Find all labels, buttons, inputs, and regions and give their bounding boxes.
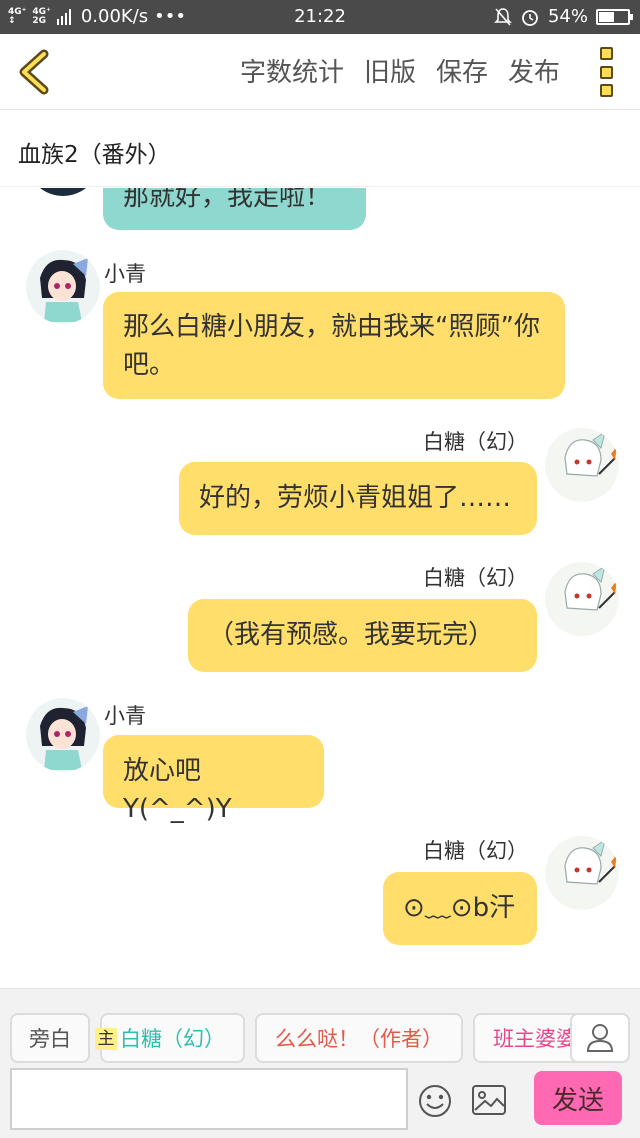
message-text: 那就好，我走啦！ [123,188,332,212]
more-menu-icon[interactable] [600,47,614,97]
avatar-xiaoqing[interactable] [26,698,100,772]
speaker-name: 白糖（幻） [423,566,528,590]
avatar-baitang[interactable] [545,428,619,502]
message-bubble[interactable]: （我有预感。我要玩完） [188,599,537,672]
message-text: （我有预感。我要玩完） [208,620,495,650]
emoji-icon[interactable] [418,1084,452,1118]
message-input[interactable] [10,1068,408,1130]
role-author-button[interactable]: 么么哒！（作者） [255,1013,463,1063]
role-narrator-button[interactable]: 旁白 [10,1013,90,1063]
message-bubble[interactable]: 那就好，我走啦！ [103,188,366,230]
image-icon[interactable] [471,1084,507,1116]
message-bubble[interactable]: ⊙﹏⊙b汗 [383,872,537,945]
avatar-baitang[interactable] [545,836,619,910]
old-version-button[interactable]: 旧版 [364,52,416,89]
alarm-icon [522,9,538,26]
word-count-button[interactable]: 字数统计 [240,52,344,89]
mute-bell-icon [494,7,512,26]
story-title: 血族2（番外） [18,142,171,168]
message-bubble[interactable]: 那么白糖小朋友，就由我来“照顾”你吧。 [103,292,565,399]
role-label: 么么哒！（作者） [275,1027,443,1051]
compose-toolbar: 旁白 白糖（幻） 么么哒！（作者） 班主婆婆 发送 [0,988,640,1138]
save-button[interactable]: 保存 [436,52,488,89]
back-chevron-icon[interactable] [14,48,54,96]
speaker-name: 白糖（幻） [423,430,528,454]
message-bubble[interactable]: 好的，劳烦小青姐姐了…… [179,462,537,535]
speaker-name: 小青 [104,262,146,286]
editor-header: 字数统计 旧版 保存 发布 [0,34,640,110]
role-baitang-button[interactable]: 白糖（幻） [100,1013,245,1063]
main-role-badge: 主 [95,1028,117,1050]
role-label: 班主婆婆 [493,1027,577,1051]
battery-icon [596,8,633,25]
speaker-name: 小青 [104,704,146,728]
avatar-xiaoqing[interactable] [26,250,100,324]
message-text: 放心吧Y(^_^)Y [123,756,232,824]
message-text: ⊙﹏⊙b汗 [403,893,516,923]
avatar-baitang[interactable] [545,562,619,636]
add-role-button[interactable] [570,1013,630,1063]
speaker-name: 白糖（幻） [423,839,528,863]
story-title-bar: 血族2（番外） [0,111,640,187]
role-label: 白糖（幻） [120,1027,225,1051]
battery-percent: 54% [547,6,588,27]
role-label: 旁白 [29,1027,71,1051]
user-icon [586,1024,614,1052]
publish-button[interactable]: 发布 [508,52,560,89]
message-bubble[interactable]: 放心吧Y(^_^)Y [103,735,324,824]
status-bar: 4G⁺ ↕ 4G⁺ 2G 0.00K/s ••• 21:22 54% [0,0,640,34]
message-text: 好的，劳烦小青姐姐了…… [199,483,512,513]
message-text: 那么白糖小朋友，就由我来“照顾”你吧。 [123,312,540,380]
role-banzhu-button[interactable]: 班主婆婆 [473,1013,583,1063]
chat-area[interactable]: 那就好，我走啦！ 小青 那么白糖小朋友，就由我来“照顾”你吧。 白糖（幻） 好的… [0,188,640,988]
send-button[interactable]: 发送 [534,1071,622,1125]
avatar[interactable] [26,188,100,196]
